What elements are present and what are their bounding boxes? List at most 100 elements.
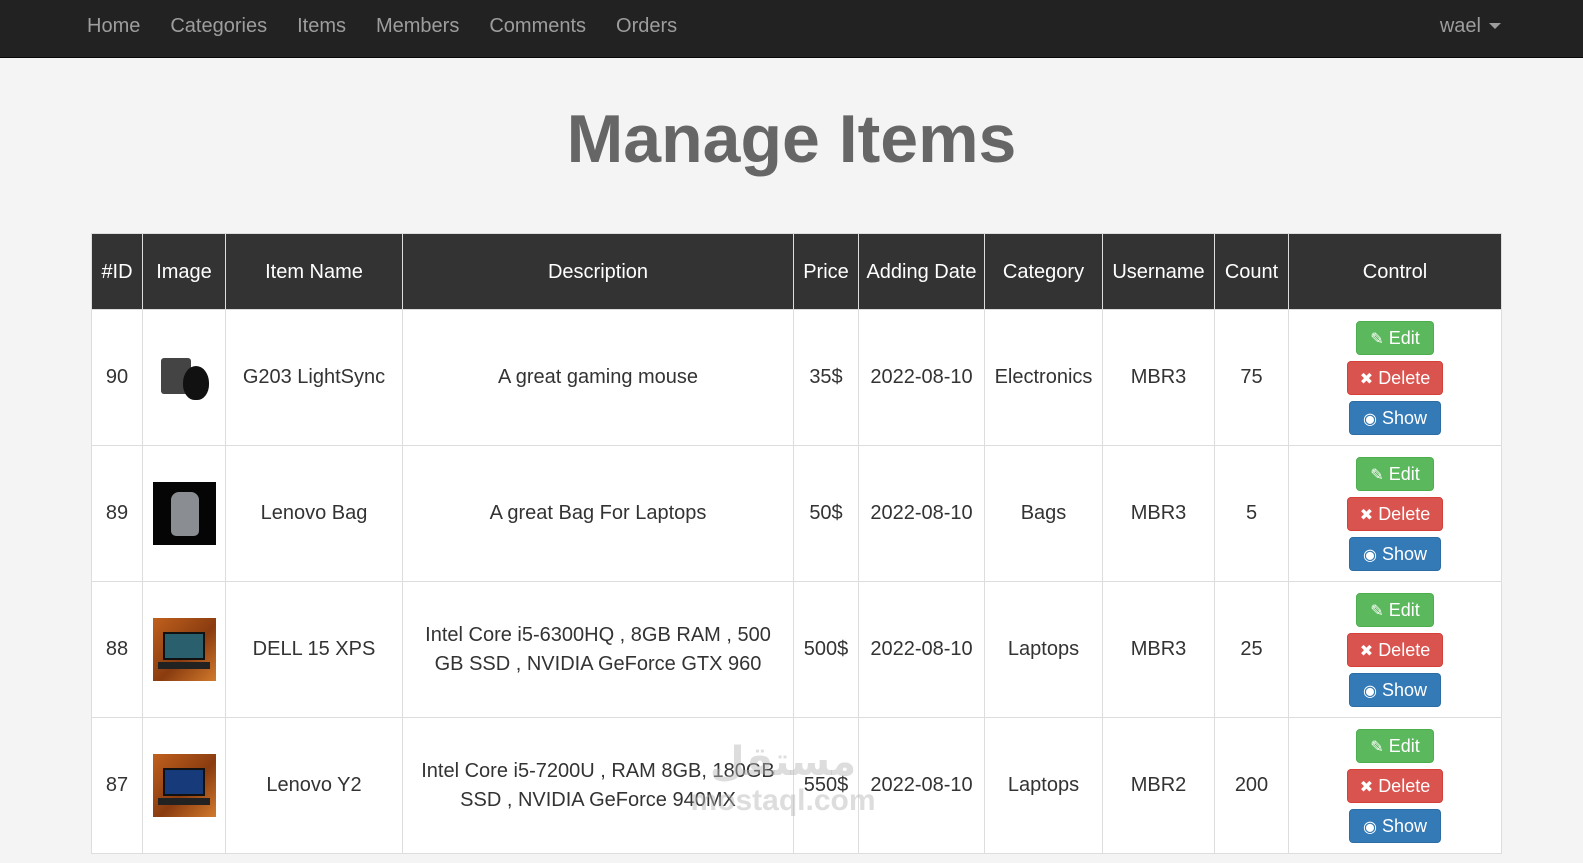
edit-button[interactable]: ✎ Edit	[1356, 456, 1434, 491]
nav-orders[interactable]: Orders	[601, 0, 692, 52]
edit-label: Edit	[1388, 327, 1420, 348]
cell-id: 90	[91, 309, 143, 446]
cell-item-name: Lenovo Bag	[225, 445, 403, 582]
cell-image	[142, 717, 226, 854]
cell-price: 50$	[793, 445, 859, 582]
edit-icon: ✎	[1370, 330, 1384, 348]
table-row: 88 DELL 15 XPS Intel Core i5-6300HQ , 8G…	[91, 581, 1502, 718]
items-table: #ID Image Item Name Description Price Ad…	[91, 233, 1502, 854]
cell-item-name: G203 LightSync	[225, 309, 403, 446]
edit-label: Edit	[1388, 735, 1420, 756]
nav-comments[interactable]: Comments	[474, 0, 601, 52]
table-row: 87 Lenovo Y2 Intel Core i5-7200U , RAM 8…	[91, 717, 1502, 854]
close-icon: ✖	[1359, 506, 1374, 524]
table-header-row: #ID Image Item Name Description Price Ad…	[91, 233, 1502, 310]
cell-control: ✎ Edit ✖ Delete ◉ Show	[1288, 309, 1502, 446]
cell-description: Intel Core i5-7200U , RAM 8GB, 180GB SSD…	[402, 717, 794, 854]
header-image: Image	[142, 233, 226, 310]
laptop-image	[152, 618, 216, 681]
cell-category: Electronics	[984, 309, 1103, 446]
cell-price: 500$	[793, 581, 859, 718]
nav-categories[interactable]: Categories	[155, 0, 282, 52]
close-icon: ✖	[1359, 642, 1374, 660]
cell-image	[142, 445, 226, 582]
cell-item-name: DELL 15 XPS	[225, 581, 403, 718]
gaming-mouse-image	[152, 346, 216, 409]
laptop-bag-image	[152, 482, 216, 545]
cell-price: 550$	[793, 717, 859, 854]
edit-label: Edit	[1388, 599, 1420, 620]
cell-count: 75	[1214, 309, 1289, 446]
header-id: #ID	[91, 233, 143, 310]
cell-username: MBR3	[1102, 309, 1215, 446]
header-item-name: Item Name	[225, 233, 403, 310]
header-count: Count	[1214, 233, 1289, 310]
cell-image	[142, 309, 226, 446]
nav-items[interactable]: Items	[282, 0, 361, 52]
show-label: Show	[1381, 815, 1427, 836]
show-button[interactable]: ◉ Show	[1349, 672, 1441, 707]
cell-id: 88	[91, 581, 143, 718]
cell-id: 89	[91, 445, 143, 582]
cell-count: 5	[1214, 445, 1289, 582]
caret-down-icon	[1489, 23, 1501, 29]
show-label: Show	[1381, 543, 1427, 564]
close-icon: ✖	[1359, 370, 1374, 388]
user-dropdown[interactable]: wael	[1440, 0, 1501, 52]
cell-date: 2022-08-10	[858, 581, 985, 718]
header-control: Control	[1288, 233, 1502, 310]
edit-button[interactable]: ✎ Edit	[1356, 592, 1434, 627]
delete-button[interactable]: ✖ Delete	[1347, 768, 1443, 803]
nav-home[interactable]: Home	[72, 0, 155, 52]
edit-icon: ✎	[1370, 738, 1384, 756]
cell-username: MBR3	[1102, 445, 1215, 582]
cell-control: ✎ Edit ✖ Delete ◉ Show	[1288, 717, 1502, 854]
header-price: Price	[793, 233, 859, 310]
cell-control: ✎ Edit ✖ Delete ◉ Show	[1288, 581, 1502, 718]
table-row: 89 Lenovo Bag A great Bag For Laptops 50…	[91, 445, 1502, 582]
cell-description: A great gaming mouse	[402, 309, 794, 446]
delete-button[interactable]: ✖ Delete	[1347, 632, 1443, 667]
show-button[interactable]: ◉ Show	[1349, 536, 1441, 571]
header-description: Description	[402, 233, 794, 310]
cell-control: ✎ Edit ✖ Delete ◉ Show	[1288, 445, 1502, 582]
cell-image	[142, 581, 226, 718]
laptop-image	[152, 754, 216, 817]
cell-item-name: Lenovo Y2	[225, 717, 403, 854]
cell-count: 200	[1214, 717, 1289, 854]
cell-username: MBR3	[1102, 581, 1215, 718]
delete-button[interactable]: ✖ Delete	[1347, 496, 1443, 531]
nav-members[interactable]: Members	[361, 0, 474, 52]
page-title: Manage Items	[566, 101, 1017, 177]
eye-icon: ◉	[1363, 546, 1377, 564]
show-button[interactable]: ◉ Show	[1349, 808, 1441, 843]
show-label: Show	[1381, 407, 1427, 428]
top-navbar: Home Categories Items Members Comments O…	[0, 0, 1583, 58]
nav-links: Home Categories Items Members Comments O…	[72, 0, 692, 52]
delete-label: Delete	[1378, 775, 1431, 796]
cell-date: 2022-08-10	[858, 445, 985, 582]
eye-icon: ◉	[1363, 410, 1377, 428]
edit-button[interactable]: ✎ Edit	[1356, 728, 1434, 763]
cell-category: Laptops	[984, 717, 1103, 854]
cell-category: Laptops	[984, 581, 1103, 718]
eye-icon: ◉	[1363, 818, 1377, 836]
delete-label: Delete	[1378, 367, 1431, 388]
show-button[interactable]: ◉ Show	[1349, 400, 1441, 435]
cell-description: Intel Core i5-6300HQ , 8GB RAM , 500 GB …	[402, 581, 794, 718]
delete-label: Delete	[1378, 503, 1431, 524]
header-category: Category	[984, 233, 1103, 310]
cell-date: 2022-08-10	[858, 717, 985, 854]
delete-label: Delete	[1378, 639, 1431, 660]
cell-category: Bags	[984, 445, 1103, 582]
cell-description: A great Bag For Laptops	[402, 445, 794, 582]
cell-date: 2022-08-10	[858, 309, 985, 446]
edit-icon: ✎	[1370, 602, 1384, 620]
header-adding-date: Adding Date	[858, 233, 985, 310]
close-icon: ✖	[1359, 778, 1374, 796]
cell-username: MBR2	[1102, 717, 1215, 854]
edit-button[interactable]: ✎ Edit	[1356, 320, 1434, 355]
header-username: Username	[1102, 233, 1215, 310]
cell-count: 25	[1214, 581, 1289, 718]
delete-button[interactable]: ✖ Delete	[1347, 360, 1443, 395]
